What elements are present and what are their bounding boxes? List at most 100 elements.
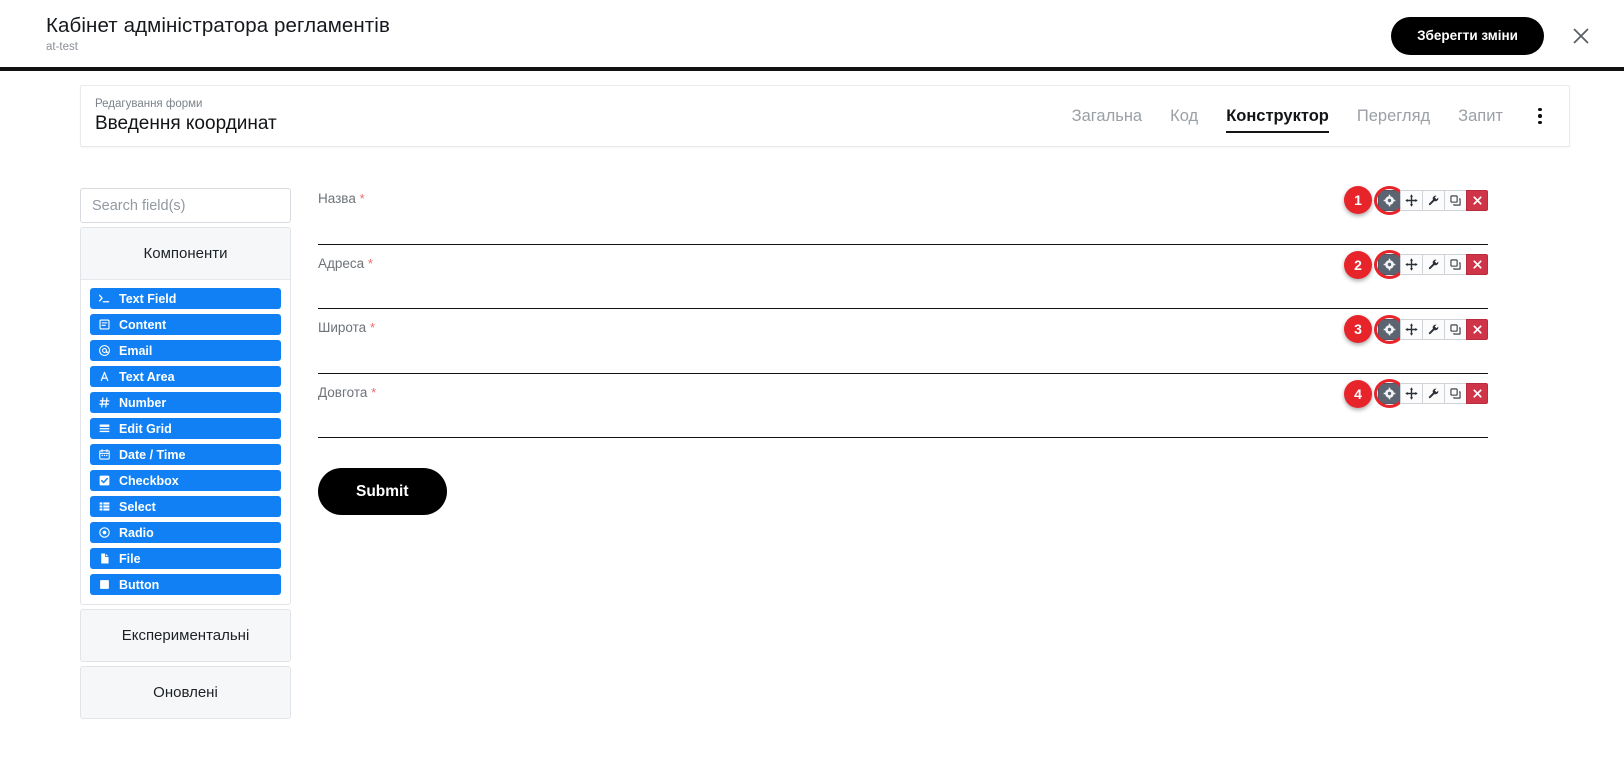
field-copy-button[interactable] [1444, 318, 1466, 340]
form-edit-label: Редагування форми [95, 97, 203, 110]
required-marker: * [371, 384, 377, 400]
field-move-button[interactable] [1400, 254, 1422, 275]
copy-icon [1449, 387, 1462, 400]
field-move-button[interactable] [1400, 189, 1422, 211]
text-area-icon [98, 370, 111, 383]
component-edit-grid[interactable]: Edit Grid [90, 418, 281, 439]
field-remove-button[interactable] [1466, 254, 1488, 275]
field-label-text: Адреса [318, 255, 365, 271]
field-remove-button[interactable] [1466, 318, 1488, 340]
component-label: Edit Grid [119, 421, 172, 436]
component-email[interactable]: Email [90, 340, 281, 361]
wrench-icon [1427, 194, 1440, 207]
save-changes-button[interactable]: Зберегти зміни [1391, 16, 1544, 55]
component-label: Number [119, 395, 167, 410]
wrench-icon [1427, 387, 1440, 400]
more-vertical-icon[interactable] [1523, 86, 1557, 146]
field-configure-button[interactable] [1422, 318, 1444, 340]
top-bar-actions: Зберегти зміни [1391, 0, 1596, 71]
tab-konstruktor[interactable]: Конструктор [1212, 86, 1343, 146]
select-list-icon [98, 500, 111, 513]
field-action-toolbar: 4 [1344, 379, 1488, 408]
field-label-text: Широта [318, 320, 367, 335]
move-icon [1405, 387, 1418, 400]
tab-zagalna[interactable]: Загальна [1058, 86, 1157, 146]
component-text-area[interactable]: Text Area [90, 366, 281, 387]
field-order-badge: 4 [1344, 379, 1372, 408]
component-label: File [119, 551, 141, 566]
field-edit-settings-button[interactable] [1374, 314, 1405, 344]
copy-icon [1449, 194, 1462, 207]
field-copy-button[interactable] [1444, 254, 1466, 275]
tab-kod[interactable]: Код [1156, 86, 1212, 146]
field-edit-settings-button[interactable] [1374, 185, 1405, 215]
hash-icon [98, 396, 111, 409]
components-sidebar: Компоненти Text Field Content Email Text Ar… [80, 188, 291, 719]
field-action-buttons [1374, 250, 1488, 279]
panel-experimental-header[interactable]: Експериментальні [81, 610, 290, 661]
field-configure-button[interactable] [1422, 189, 1444, 211]
field-move-button[interactable] [1400, 318, 1422, 340]
field-remove-button[interactable] [1466, 383, 1488, 404]
component-number[interactable]: Number [90, 392, 281, 413]
component-label: Select [119, 499, 156, 514]
component-checkbox[interactable]: Checkbox [90, 470, 281, 491]
field-remove-button[interactable] [1466, 189, 1488, 211]
form-field-row[interactable]: Широта * 3 [318, 309, 1488, 374]
field-action-toolbar: 2 [1344, 250, 1488, 279]
search-input[interactable] [80, 188, 291, 223]
form-field-row[interactable]: Адреса * 2 [318, 245, 1488, 309]
component-label: Text Area [119, 369, 175, 384]
field-order-badge: 2 [1344, 250, 1372, 279]
field-edit-settings-button[interactable] [1374, 379, 1405, 408]
component-button[interactable]: Button [90, 574, 281, 595]
tab-pereglyad[interactable]: Перегляд [1343, 86, 1444, 146]
panel-updated: Оновлені [80, 666, 291, 719]
at-icon [98, 344, 111, 357]
component-date-time[interactable]: Date / Time [90, 444, 281, 465]
component-label: Content [119, 317, 167, 332]
tab-zapyt[interactable]: Запит [1444, 86, 1517, 146]
form-header-titles: Редагування форми Введення координат [95, 97, 277, 136]
field-configure-button[interactable] [1422, 254, 1444, 275]
field-copy-button[interactable] [1444, 189, 1466, 211]
submit-button[interactable]: Submit [318, 468, 447, 515]
top-bar: Кабінет адміністратора регламентів at-te… [0, 0, 1624, 71]
field-move-button[interactable] [1400, 383, 1422, 404]
panel-updated-header[interactable]: Оновлені [81, 667, 290, 718]
field-action-buttons [1374, 185, 1488, 215]
component-select[interactable]: Select [90, 496, 281, 517]
field-order-badge: 3 [1344, 315, 1372, 343]
move-icon [1405, 258, 1418, 271]
required-marker: * [367, 255, 373, 271]
checkbox-icon [98, 474, 111, 487]
form-builder-canvas: Назва * 1 Адреса * 2 Широта * 3 Довгота * 4 Sub… [318, 180, 1488, 515]
field-copy-button[interactable] [1444, 383, 1466, 404]
component-label: Date / Time [119, 447, 186, 462]
required-marker: * [369, 320, 376, 335]
component-file[interactable]: File [90, 548, 281, 569]
gear-icon [1383, 323, 1396, 336]
field-label-text: Назва [318, 191, 356, 206]
close-icon [1471, 258, 1484, 271]
gear-icon [1383, 194, 1396, 207]
component-label: Button [119, 577, 160, 592]
form-field-row[interactable]: Довгота * 4 [318, 374, 1488, 438]
component-content[interactable]: Content [90, 314, 281, 335]
component-radio[interactable]: Radio [90, 522, 281, 543]
app-title: Кабінет адміністратора регламентів [46, 13, 390, 37]
panel-experimental: Експериментальні [80, 609, 291, 662]
field-edit-settings-button[interactable] [1374, 250, 1405, 279]
panel-components-header[interactable]: Компоненти [81, 228, 290, 280]
calendar-icon [98, 448, 111, 461]
field-label: Широта * [318, 309, 375, 335]
form-field-row[interactable]: Назва * 1 [318, 180, 1488, 245]
field-order-badge: 1 [1344, 186, 1372, 214]
field-action-buttons [1374, 379, 1488, 408]
wrench-icon [1427, 323, 1440, 336]
component-text-field[interactable]: Text Field [90, 288, 281, 309]
field-configure-button[interactable] [1422, 383, 1444, 404]
close-icon[interactable] [1566, 21, 1596, 51]
tab-bar: Загальна Код Конструктор Перегляд Запит [1058, 86, 1557, 146]
close-icon [1471, 194, 1484, 207]
